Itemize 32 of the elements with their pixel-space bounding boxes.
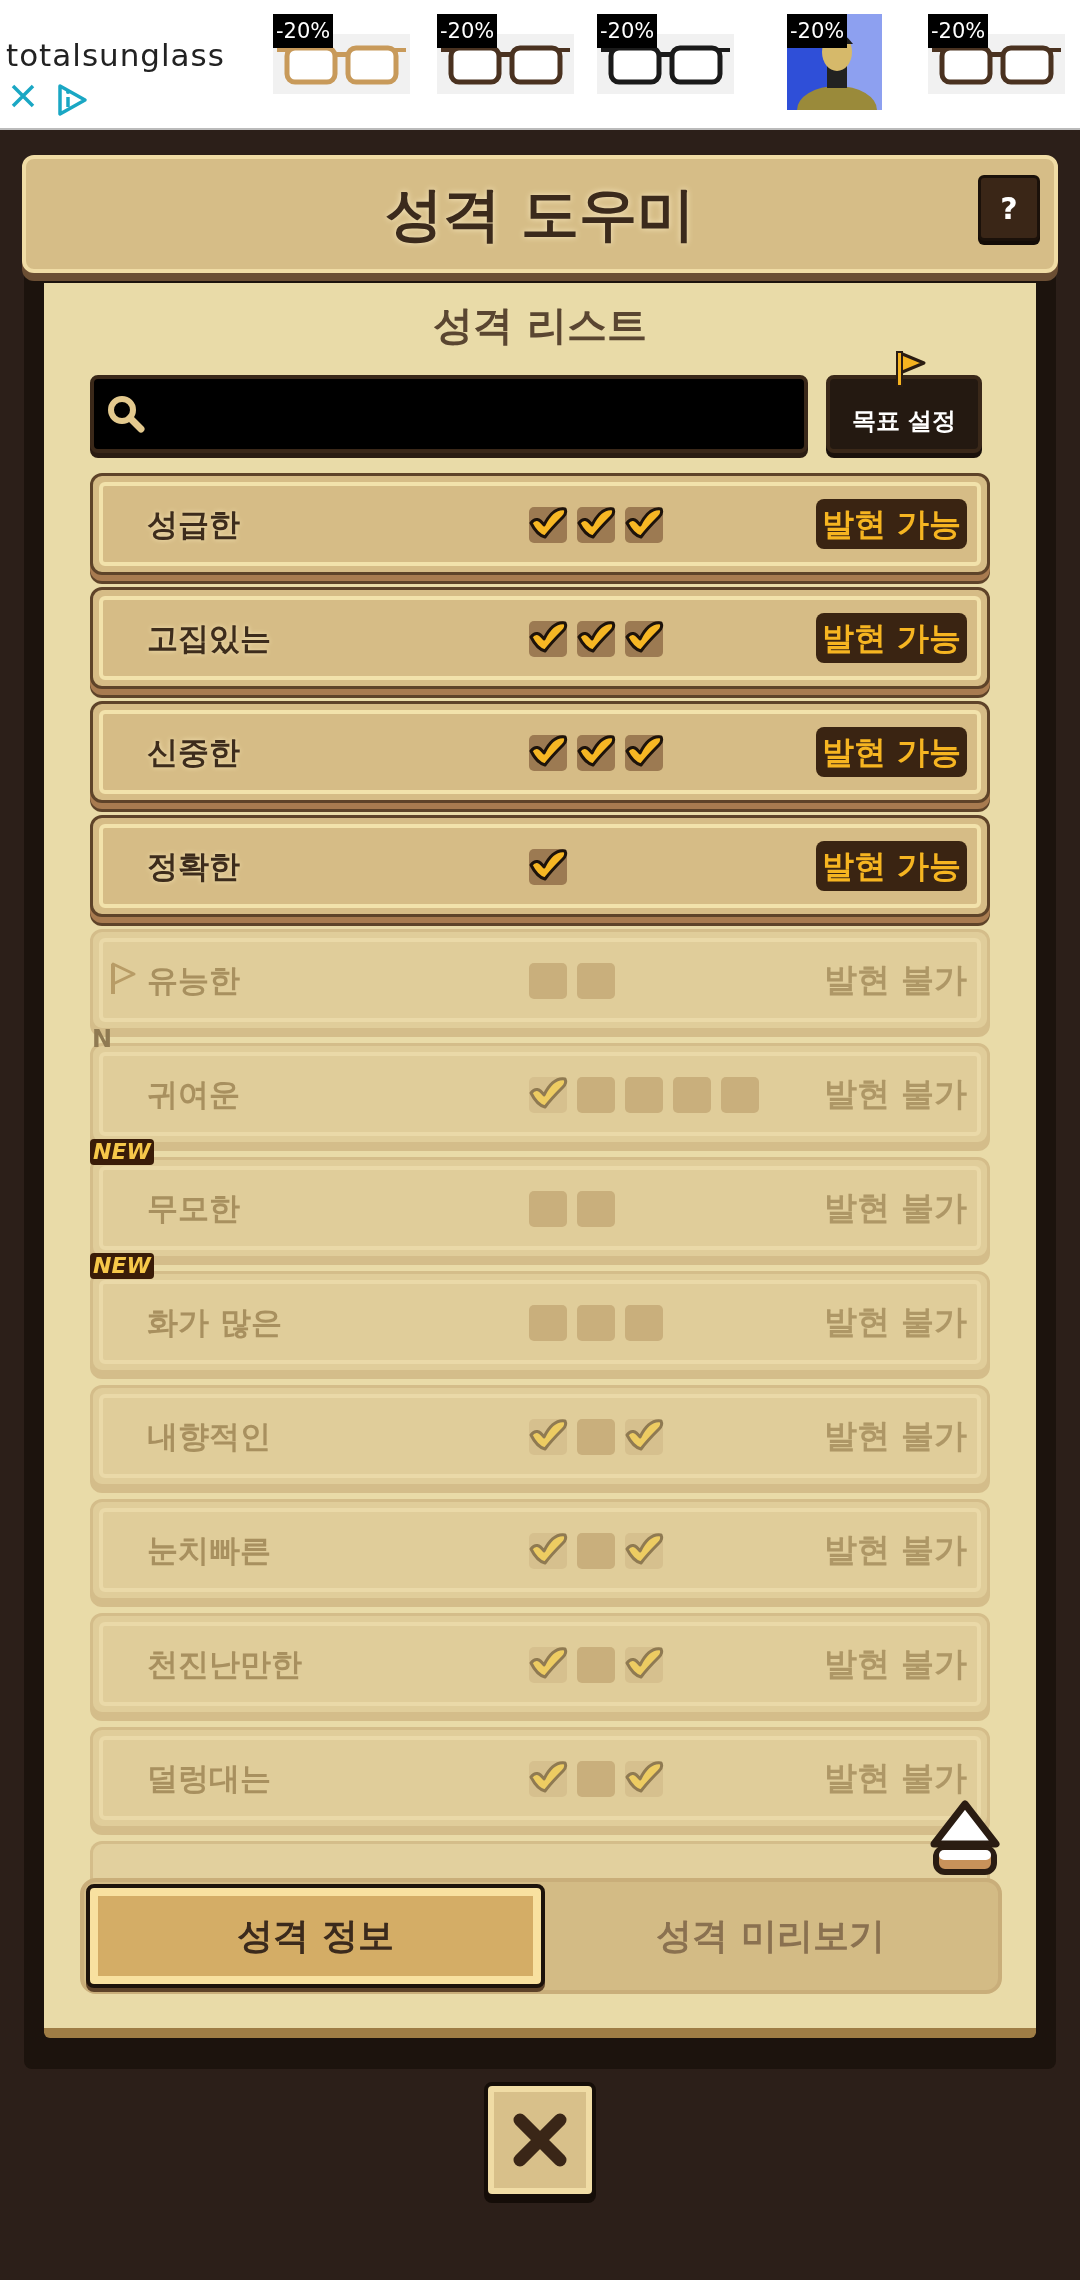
discount-badge: -20% bbox=[273, 14, 334, 48]
list-title: 성격 리스트 bbox=[433, 305, 647, 345]
row-name: 화가 많은 bbox=[147, 1302, 283, 1342]
status-label: 발현 가능 bbox=[815, 841, 967, 891]
discount-badge: -20% bbox=[437, 14, 498, 48]
tab[interactable]: 성격 미리보기 bbox=[545, 1884, 996, 1988]
row-name: 정확한 bbox=[147, 846, 241, 886]
status-label: 발현 가능 bbox=[815, 499, 967, 549]
ad-info-icon[interactable] bbox=[56, 83, 88, 117]
row-name: 천진난만한 bbox=[147, 1644, 303, 1684]
row-name: 성급한 bbox=[147, 504, 241, 544]
close-icon bbox=[512, 2112, 568, 2168]
new-label: NEW bbox=[90, 1139, 154, 1165]
row-name: 귀여운 bbox=[147, 1074, 241, 1114]
brand-logo: totalsunglass bbox=[6, 40, 226, 71]
row-name: 유능한 bbox=[147, 960, 241, 1000]
row-name: 덜렁대는 bbox=[147, 1758, 272, 1798]
close-icon[interactable] bbox=[10, 83, 36, 109]
scroll-up-button[interactable] bbox=[930, 1800, 1000, 1876]
row-name: 무모한 bbox=[147, 1188, 241, 1228]
row-name: 내향적인 bbox=[147, 1416, 272, 1456]
status-label: 발현 가능 bbox=[815, 613, 967, 663]
row-name: 신중한 bbox=[147, 732, 241, 772]
status-label: 발현 가능 bbox=[815, 727, 967, 777]
discount-badge: -20% bbox=[787, 14, 848, 48]
discount-badge: -20% bbox=[928, 14, 989, 48]
window-title: 성격 도우미 bbox=[384, 178, 696, 250]
discount-badge: -20% bbox=[597, 14, 658, 48]
new-label: NEW bbox=[90, 1253, 154, 1279]
row-name: 눈치빠른 bbox=[147, 1530, 272, 1570]
row-name: 고집있는 bbox=[147, 618, 272, 658]
search-icon bbox=[106, 394, 146, 434]
